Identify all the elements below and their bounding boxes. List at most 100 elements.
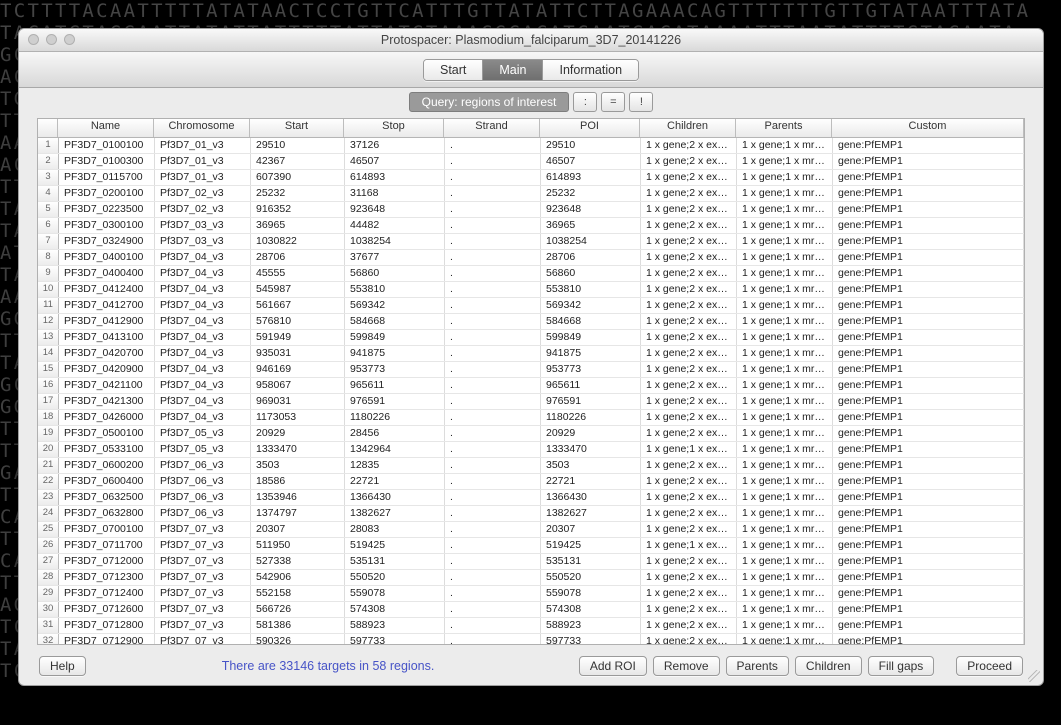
- cell-chromosome: Pf3D7_03_v3: [155, 218, 251, 233]
- header-stop[interactable]: Stop: [344, 119, 444, 137]
- table-row[interactable]: 32PF3D7_0712900Pf3D7_07_v3590326597733.5…: [38, 634, 1024, 644]
- cell-name: PF3D7_0100100: [59, 138, 155, 153]
- cell-name: PF3D7_0412700: [59, 298, 155, 313]
- table-row[interactable]: 14PF3D7_0420700Pf3D7_04_v3935031941875.9…: [38, 346, 1024, 362]
- help-button[interactable]: Help: [39, 656, 86, 676]
- table-row[interactable]: 17PF3D7_0421300Pf3D7_04_v3969031976591.9…: [38, 394, 1024, 410]
- header-chromosome[interactable]: Chromosome: [154, 119, 250, 137]
- app-window: Protospacer: Plasmodium_falciparum_3D7_2…: [18, 28, 1044, 686]
- cell-stop: 1180226: [345, 410, 445, 425]
- cell-poi: 22721: [541, 474, 641, 489]
- query-equals-button[interactable]: =: [601, 92, 625, 112]
- cell-parents: 1 x gene;1 x mr…: [737, 634, 833, 644]
- row-number: 5: [38, 202, 59, 217]
- titlebar[interactable]: Protospacer: Plasmodium_falciparum_3D7_2…: [19, 29, 1043, 52]
- table-row[interactable]: 11PF3D7_0412700Pf3D7_04_v3561667569342.5…: [38, 298, 1024, 314]
- table-row[interactable]: 13PF3D7_0413100Pf3D7_04_v3591949599849.5…: [38, 330, 1024, 346]
- cell-children: 1 x gene;2 x ex…: [641, 154, 737, 169]
- cell-chromosome: Pf3D7_04_v3: [155, 394, 251, 409]
- table-row[interactable]: 26PF3D7_0711700Pf3D7_07_v3511950519425.5…: [38, 538, 1024, 554]
- table-row[interactable]: 5PF3D7_0223500Pf3D7_02_v3916352923648.92…: [38, 202, 1024, 218]
- cell-poi: 584668: [541, 314, 641, 329]
- table-row[interactable]: 29PF3D7_0712400Pf3D7_07_v3552158559078.5…: [38, 586, 1024, 602]
- table-row[interactable]: 18PF3D7_0426000Pf3D7_04_v311730531180226…: [38, 410, 1024, 426]
- table-row[interactable]: 27PF3D7_0712000Pf3D7_07_v3527338535131.5…: [38, 554, 1024, 570]
- table-row[interactable]: 12PF3D7_0412900Pf3D7_04_v3576810584668.5…: [38, 314, 1024, 330]
- query-colon-button[interactable]: :: [573, 92, 597, 112]
- cell-strand: .: [445, 426, 541, 441]
- table-row[interactable]: 15PF3D7_0420900Pf3D7_04_v3946169953773.9…: [38, 362, 1024, 378]
- table-row[interactable]: 8PF3D7_0400100Pf3D7_04_v32870637677.2870…: [38, 250, 1024, 266]
- cell-name: PF3D7_0700100: [59, 522, 155, 537]
- cell-poi: 953773: [541, 362, 641, 377]
- tab-information[interactable]: Information: [543, 60, 638, 80]
- resize-grip-icon[interactable]: [1028, 670, 1040, 682]
- table-row[interactable]: 6PF3D7_0300100Pf3D7_03_v33696544482.3696…: [38, 218, 1024, 234]
- cell-poi: 28706: [541, 250, 641, 265]
- cell-name: PF3D7_0712800: [59, 618, 155, 633]
- header-children[interactable]: Children: [640, 119, 736, 137]
- fill-gaps-button[interactable]: Fill gaps: [868, 656, 935, 676]
- remove-button[interactable]: Remove: [653, 656, 720, 676]
- tab-main[interactable]: Main: [483, 60, 543, 80]
- parents-button[interactable]: Parents: [726, 656, 789, 676]
- table-row[interactable]: 4PF3D7_0200100Pf3D7_02_v32523231168.2523…: [38, 186, 1024, 202]
- header-parents[interactable]: Parents: [736, 119, 832, 137]
- query-bang-button[interactable]: !: [629, 92, 653, 112]
- table-row[interactable]: 9PF3D7_0400400Pf3D7_04_v34555556860.5686…: [38, 266, 1024, 282]
- table-body[interactable]: 1PF3D7_0100100Pf3D7_01_v32951037126.2951…: [38, 138, 1024, 644]
- table-row[interactable]: 19PF3D7_0500100Pf3D7_05_v32092928456.209…: [38, 426, 1024, 442]
- cell-name: PF3D7_0200100: [59, 186, 155, 201]
- header-rownum[interactable]: [38, 119, 58, 137]
- cell-stop: 965611: [345, 378, 445, 393]
- cell-start: 566726: [251, 602, 345, 617]
- table-row[interactable]: 31PF3D7_0712800Pf3D7_07_v3581386588923.5…: [38, 618, 1024, 634]
- cell-children: 1 x gene;2 x ex…: [641, 314, 737, 329]
- cell-chromosome: Pf3D7_06_v3: [155, 458, 251, 473]
- cell-chromosome: Pf3D7_07_v3: [155, 554, 251, 569]
- table-row[interactable]: 2PF3D7_0100300Pf3D7_01_v34236746507.4650…: [38, 154, 1024, 170]
- table-row[interactable]: 20PF3D7_0533100Pf3D7_05_v313334701342964…: [38, 442, 1024, 458]
- cell-poi: 20307: [541, 522, 641, 537]
- header-custom[interactable]: Custom: [832, 119, 1024, 137]
- cell-stop: 550520: [345, 570, 445, 585]
- cell-chromosome: Pf3D7_04_v3: [155, 410, 251, 425]
- tab-start[interactable]: Start: [424, 60, 483, 80]
- table-row[interactable]: 10PF3D7_0412400Pf3D7_04_v3545987553810.5…: [38, 282, 1024, 298]
- cell-name: PF3D7_0400100: [59, 250, 155, 265]
- cell-children: 1 x gene;2 x ex…: [641, 458, 737, 473]
- proceed-button[interactable]: Proceed: [956, 656, 1023, 676]
- cell-chromosome: Pf3D7_04_v3: [155, 330, 251, 345]
- table-row[interactable]: 1PF3D7_0100100Pf3D7_01_v32951037126.2951…: [38, 138, 1024, 154]
- cell-children: 1 x gene;2 x ex…: [641, 410, 737, 425]
- cell-parents: 1 x gene;1 x mr…: [737, 138, 833, 153]
- add-roi-button[interactable]: Add ROI: [579, 656, 647, 676]
- table-row[interactable]: 3PF3D7_0115700Pf3D7_01_v3607390614893.61…: [38, 170, 1024, 186]
- table-row[interactable]: 23PF3D7_0632500Pf3D7_06_v313539461366430…: [38, 490, 1024, 506]
- table-row[interactable]: 21PF3D7_0600200Pf3D7_06_v3350312835.3503…: [38, 458, 1024, 474]
- cell-parents: 1 x gene;1 x mr…: [737, 282, 833, 297]
- cell-name: PF3D7_0712600: [59, 602, 155, 617]
- cell-start: 545987: [251, 282, 345, 297]
- table-row[interactable]: 16PF3D7_0421100Pf3D7_04_v3958067965611.9…: [38, 378, 1024, 394]
- header-start[interactable]: Start: [250, 119, 344, 137]
- table-row[interactable]: 24PF3D7_0632800Pf3D7_06_v313747971382627…: [38, 506, 1024, 522]
- header-name[interactable]: Name: [58, 119, 154, 137]
- cell-strand: .: [445, 506, 541, 521]
- table-row[interactable]: 7PF3D7_0324900Pf3D7_03_v310308221038254.…: [38, 234, 1024, 250]
- table-row[interactable]: 30PF3D7_0712600Pf3D7_07_v3566726574308.5…: [38, 602, 1024, 618]
- cell-custom: gene:PfEMP1: [833, 330, 1024, 345]
- header-poi[interactable]: POI: [540, 119, 640, 137]
- cell-strand: .: [445, 154, 541, 169]
- table-row[interactable]: 22PF3D7_0600400Pf3D7_06_v31858622721.227…: [38, 474, 1024, 490]
- cell-parents: 1 x gene;1 x mr…: [737, 570, 833, 585]
- children-button[interactable]: Children: [795, 656, 862, 676]
- row-number: 19: [38, 426, 59, 441]
- table-row[interactable]: 25PF3D7_0700100Pf3D7_07_v32030728083.203…: [38, 522, 1024, 538]
- header-strand[interactable]: Strand: [444, 119, 540, 137]
- table-row[interactable]: 28PF3D7_0712300Pf3D7_07_v3542906550520.5…: [38, 570, 1024, 586]
- cell-name: PF3D7_0711700: [59, 538, 155, 553]
- query-label[interactable]: Query: regions of interest: [409, 92, 570, 112]
- cell-start: 36965: [251, 218, 345, 233]
- cell-chromosome: Pf3D7_06_v3: [155, 474, 251, 489]
